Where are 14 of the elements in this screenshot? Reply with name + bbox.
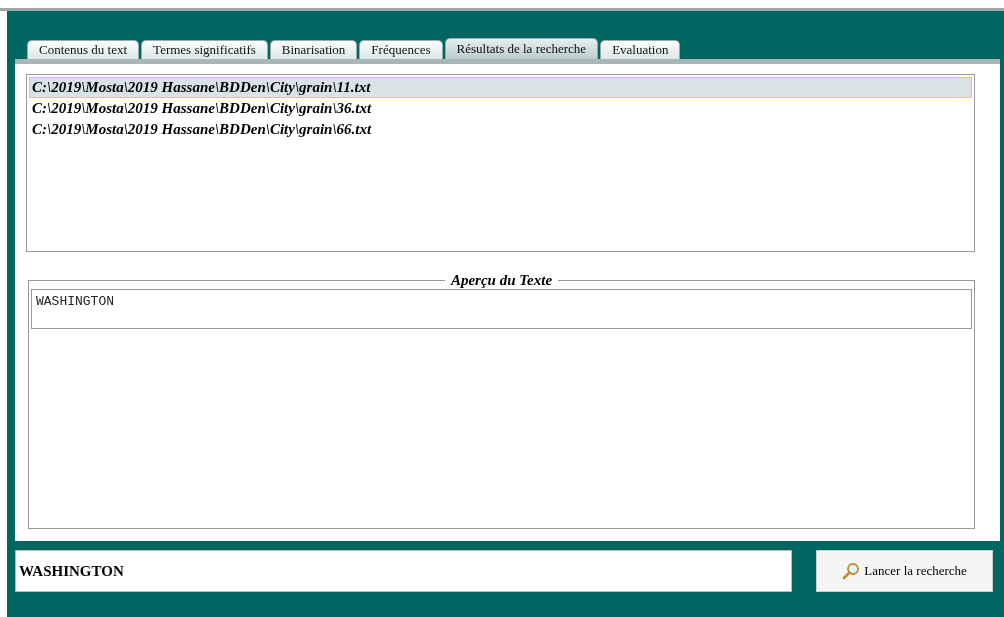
result-item[interactable]: C:\2019\Mosta\2019 Hassane\BDDen\City\grain\36.txt <box>29 98 972 119</box>
tab[interactable]: Fréquences <box>359 40 443 59</box>
tab[interactable]: Contenus du text <box>27 40 140 59</box>
tab[interactable]: Evaluation <box>600 40 681 59</box>
search-icon <box>842 562 861 580</box>
preview-title: Aperçu du Texte <box>449 272 554 289</box>
search-button[interactable]: Lancer la recherche <box>816 550 993 592</box>
tab[interactable]: Binarisation <box>269 40 358 59</box>
result-item[interactable]: C:\2019\Mosta\2019 Hassane\BDDen\City\grain\11.txt <box>29 77 972 98</box>
search-field[interactable]: WASHINGTON <box>15 550 793 592</box>
preview-text-area[interactable]: WASHINGTON <box>31 289 972 329</box>
tab[interactable]: Termes significatifs <box>141 40 268 59</box>
tab[interactable]: Résultats de la recherche <box>444 38 599 59</box>
result-item[interactable]: C:\2019\Mosta\2019 Hassane\BDDen\City\grain\66.txt <box>29 119 972 140</box>
